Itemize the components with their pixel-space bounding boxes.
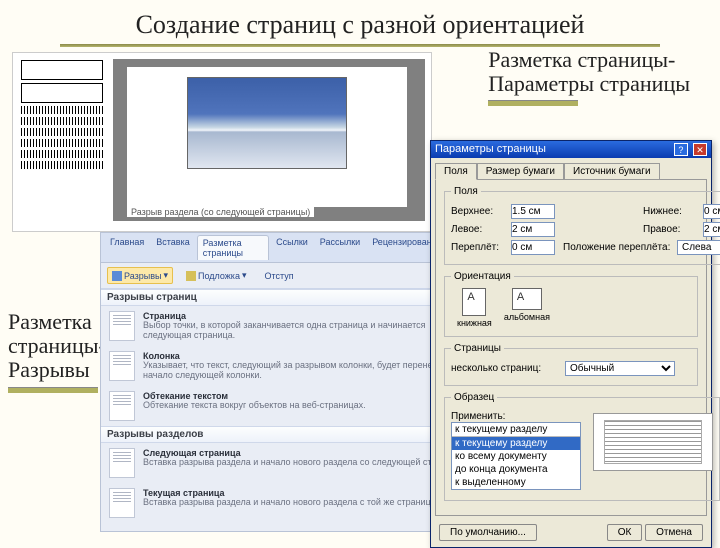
breaks-icon [112,271,122,281]
tab-paper-size[interactable]: Размер бумаги [477,163,564,180]
top-margin-label: Верхнее: [451,206,507,217]
margins-group: Поля Верхнее: Нижнее: Левое: Правое: Пер… [444,186,720,265]
portrait-icon [462,288,486,316]
multi-pages-select[interactable]: Обычный [565,361,675,376]
ok-button[interactable]: ОК [607,524,643,541]
accent-bar [488,100,578,106]
gutter-pos-label: Положение переплёта: [563,242,673,253]
page-thumbnail [17,57,107,227]
tab-insert[interactable]: Вставка [151,235,194,260]
apply-to-combo[interactable]: к текущему разделу к текущему разделу ко… [451,422,581,490]
tab-paper-source[interactable]: Источник бумаги [564,163,660,180]
apply-opt-whole[interactable]: ко всему документу [452,450,580,463]
dialog-titlebar[interactable]: Параметры страницы ? ✕ [431,141,711,158]
cancel-button[interactable]: Отмена [645,524,703,541]
sample-image [187,77,347,169]
break-next-page[interactable]: Следующая страницаВставка разрыва раздел… [101,443,479,483]
break-textwrap[interactable]: Обтекание текстомОбтекание текста вокруг… [101,386,479,426]
tab-mailings[interactable]: Рассылки [315,235,365,260]
tab-references[interactable]: Ссылки [271,235,313,260]
break-textwrap-icon [109,391,135,421]
watermark-icon [186,271,196,281]
watermark-button[interactable]: Подложка ▾ [181,267,251,284]
pages-group: Страницы несколько страниц: Обычный [444,343,698,386]
page-preview [593,413,713,471]
dialog-title: Параметры страницы [435,143,546,156]
break-continuous-icon [109,488,135,518]
landscape-icon [512,288,542,310]
right-margin-label: Правое: [643,224,699,235]
document-preview: Разрыв раздела (со следующей страницы) [12,52,432,232]
close-icon[interactable]: ✕ [693,143,707,156]
section-break-marker: Разрыв раздела (со следующей страницы) [127,207,314,217]
help-icon[interactable]: ? [674,143,688,156]
ribbon-tabs: Главная Вставка Разметка страницы Ссылки… [101,233,479,263]
orientation-group: Ориентация книжная альбомная [444,271,698,337]
slide-title: Создание страниц с разной ориентацией [0,0,720,44]
gutter-label: Переплёт: [451,242,507,253]
break-page-icon [109,311,135,341]
gutter-pos-select[interactable]: Слева [677,240,720,255]
apply-opt-current[interactable]: к текущему разделу [452,437,580,450]
preview-group: Образец Применить: к текущему разделу к … [444,392,720,501]
annotation-page-setup: Разметка страницы- Параметры страницы [488,48,690,106]
break-column[interactable]: КолонкаУказывает, что текст, следующий з… [101,346,479,386]
apply-to-label: Применить: [451,411,505,422]
breaks-header-page: Разрывы страниц [101,289,479,306]
orientation-portrait[interactable]: книжная [457,288,492,328]
annotation-breaks: Разметка страницы- Разрывы [8,310,106,393]
apply-opt-forward[interactable]: до конца документа [452,463,580,476]
ribbon-panel: Главная Вставка Разметка страницы Ссылки… [100,232,480,532]
apply-opt-selection[interactable]: к выделенному [452,476,580,489]
right-margin-field[interactable] [703,222,720,237]
breaks-button[interactable]: Разрывы ▾ [107,267,173,284]
bottom-margin-field[interactable] [703,204,720,219]
spacing-button[interactable]: Отступ [259,268,298,284]
accent-bar [8,387,98,393]
breaks-header-section: Разрывы разделов [101,426,479,443]
default-button[interactable]: По умолчанию... [439,524,537,541]
orientation-landscape[interactable]: альбомная [504,288,550,328]
top-margin-field[interactable] [511,204,555,219]
break-column-icon [109,351,135,381]
break-page[interactable]: СтраницаВыбор точки, в которой заканчива… [101,306,479,346]
gutter-field[interactable] [511,240,555,255]
page-setup-dialog: Параметры страницы ? ✕ Поля Размер бумаг… [430,140,712,548]
multi-pages-label: несколько страниц: [451,363,561,374]
bottom-margin-label: Нижнее: [643,206,699,217]
left-margin-label: Левое: [451,224,507,235]
tab-margins[interactable]: Поля [435,163,477,180]
tab-home[interactable]: Главная [105,235,149,260]
left-margin-field[interactable] [511,222,555,237]
tab-page-layout[interactable]: Разметка страницы [197,235,269,260]
break-continuous[interactable]: Текущая страницаВставка разрыва раздела … [101,483,479,523]
break-next-page-icon [109,448,135,478]
